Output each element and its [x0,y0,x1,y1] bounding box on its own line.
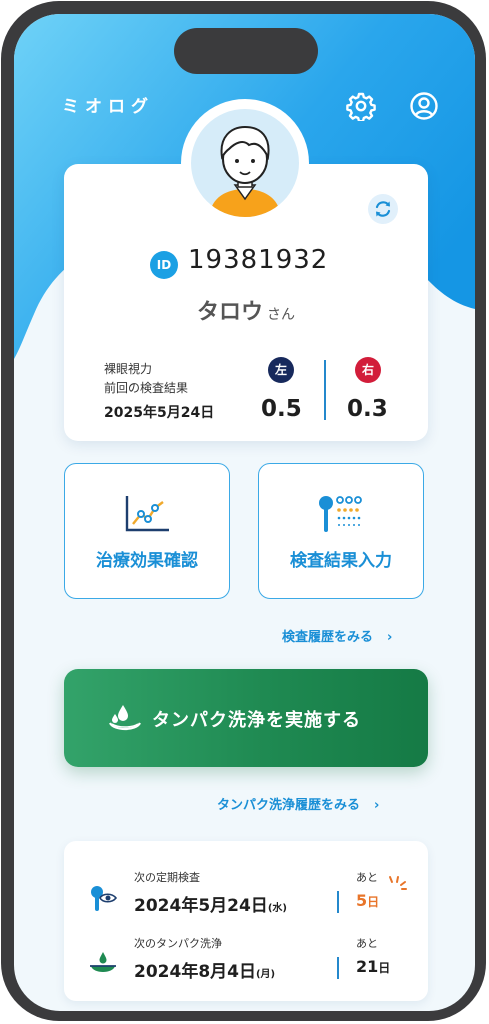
alert-burst-icon [389,876,407,890]
next-exam-date-text: 2024年5月24日 [134,896,268,916]
remaining-label: あと [356,871,378,884]
user-circle-icon [410,92,438,120]
exam-input-label: 検査結果入力 [290,551,392,571]
remaining-label: あと [356,937,378,950]
next-cleaning-date-text: 2024年8月4日 [134,962,256,982]
vision-date: 2025年5月24日 [104,405,215,421]
left-eye-badge: 左 [268,357,294,383]
profile-button[interactable] [409,91,439,121]
next-cleaning-weekday: (月) [255,969,276,980]
lens-water-drop-icon [109,705,141,731]
left-eye-value: 0.5 [261,396,302,422]
next-cleaning-days: 21日 [356,957,390,976]
eye-chart-icon [319,496,362,532]
user-name-text: タロウ [196,300,263,325]
chevron-right-icon: › [374,798,380,813]
settings-button[interactable] [346,91,376,121]
right-eye-value: 0.3 [347,396,388,422]
avatar [191,109,299,217]
schedule-divider [337,957,339,979]
cleaning-history-label: タンパク洗浄履歴をみる [217,798,361,813]
exam-history-link[interactable]: 検査履歴をみる › [282,626,392,645]
treatment-check-label: 治療効果確認 [96,551,198,571]
honorific: さん [267,307,295,323]
next-exam-days: 5日 [356,891,379,910]
user-name: タロウ さん [64,294,428,326]
refresh-icon [375,201,391,217]
next-cleaning-days-unit: 日 [378,961,391,975]
right-eye-badge: 右 [355,357,381,383]
vision-divider [324,360,326,420]
next-exam-row: 次の定期検査 2024年5月24日(水) あと 5日 [64,869,428,929]
avatar-illustration [209,125,281,217]
next-exam-days-unit: 日 [367,895,380,909]
next-exam-date: 2024年5月24日(水) [134,891,287,916]
treatment-check-button[interactable]: 治療効果確認 [64,463,230,599]
start-cleaning-button[interactable]: タンパク洗浄を実施する [64,669,428,767]
next-cleaning-label: 次のタンパク洗浄 [134,937,222,950]
next-cleaning-days-value: 21 [356,957,379,976]
chevron-right-icon: › [387,630,393,645]
line-chart-icon [125,496,169,532]
id-badge: ID [150,251,178,279]
next-exam-weekday: (水) [267,903,287,914]
vision-label: 裸眼視力 前回の検査結果 [104,360,188,398]
sync-button[interactable] [368,194,398,224]
app-screen: ミオログ ID 19381932 タロウ さん 裸眼視力 前回の検査結果 202… [14,14,475,1011]
cleaning-history-link[interactable]: タンパク洗浄履歴をみる › [217,794,379,813]
gear-icon [346,92,376,121]
schedule-card: 次の定期検査 2024年5月24日(水) あと 5日 次のタンパク洗浄 2024… [64,841,428,1001]
exam-history-label: 検査履歴をみる [282,630,374,645]
camera-notch [174,28,318,74]
vision-label-line1: 裸眼視力 [104,362,153,376]
patient-id: 19381932 [188,245,329,275]
eye-test-icon [91,886,118,911]
avatar-ring [181,99,309,227]
start-cleaning-label: タンパク洗浄を実施する [152,710,361,731]
lens-drop-icon [90,952,116,972]
next-exam-days-value: 5 [356,891,368,910]
next-cleaning-row: 次のタンパク洗浄 2024年8月4日(月) あと 21日 [64,935,428,995]
exam-input-button[interactable]: 検査結果入力 [258,463,424,599]
next-cleaning-date: 2024年8月4日(月) [134,957,275,982]
next-exam-label: 次の定期検査 [134,871,200,884]
schedule-divider [337,891,339,913]
vision-label-line2: 前回の検査結果 [104,381,189,395]
phone-frame: ミオログ ID 19381932 タロウ さん 裸眼視力 前回の検査結果 202… [1,1,486,1021]
app-title: ミオログ [62,97,154,117]
